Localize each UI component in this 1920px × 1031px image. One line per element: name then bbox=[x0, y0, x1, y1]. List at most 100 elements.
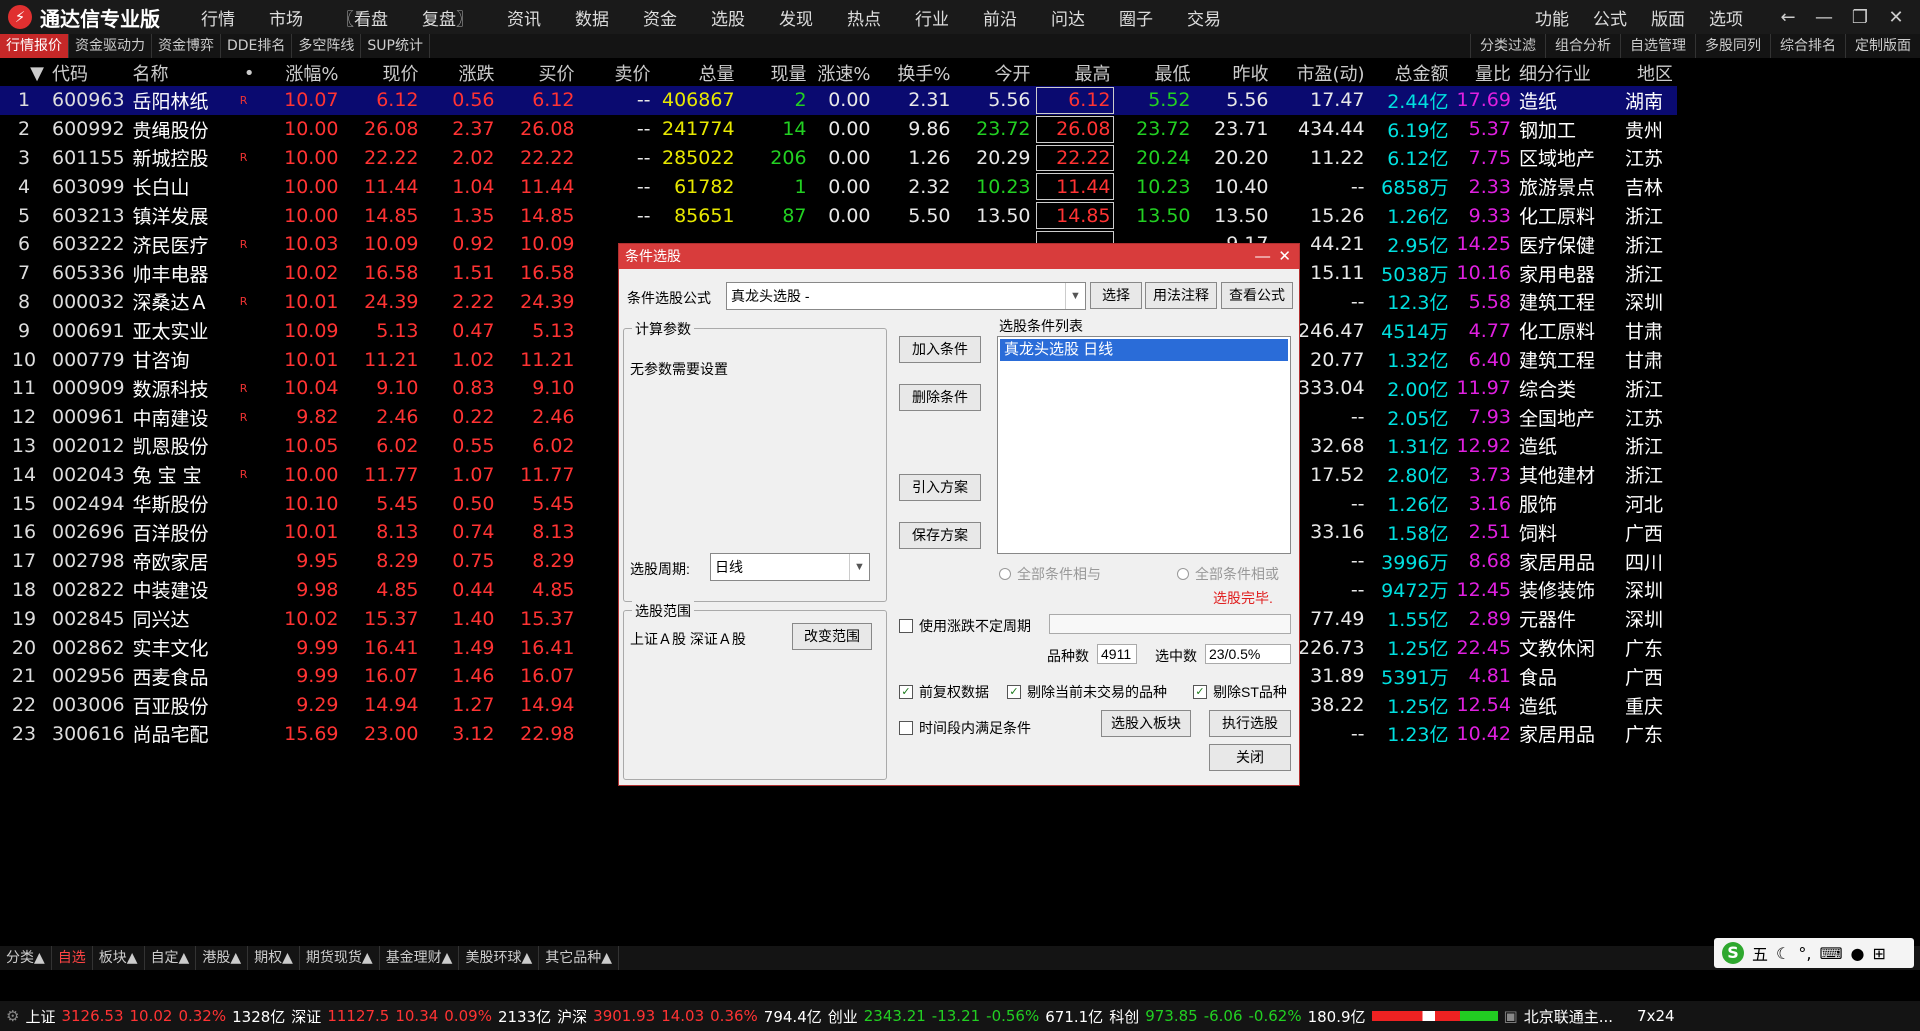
bottom-tab-4[interactable]: 港股▲ bbox=[196, 946, 249, 970]
save-plan-button[interactable]: 保存方案 bbox=[899, 522, 981, 549]
column-header[interactable]: 换手% bbox=[875, 60, 955, 86]
chevron-down-icon[interactable]: ▼ bbox=[849, 554, 869, 580]
condition-list[interactable]: 真龙头选股 日线 bbox=[997, 336, 1291, 554]
formula-select[interactable]: 真龙头选股 - ▼ bbox=[726, 282, 1086, 310]
column-header[interactable]: 总量 bbox=[655, 60, 739, 86]
column-header[interactable]: 量比 bbox=[1453, 60, 1515, 86]
to-board-button[interactable]: 选股入板块 bbox=[1101, 710, 1191, 737]
column-header[interactable]: • bbox=[229, 60, 259, 86]
chk-time-range[interactable]: 时间段内满足条件 bbox=[899, 718, 1031, 738]
right-tab-1[interactable]: 组合分析 bbox=[1545, 34, 1620, 58]
column-header[interactable]: 细分行业 bbox=[1515, 60, 1621, 86]
server-name[interactable]: 北京联通主... bbox=[1524, 1006, 1613, 1027]
chevron-down-icon[interactable]: ▼ bbox=[1065, 283, 1085, 309]
column-header[interactable]: 市盈(动) bbox=[1273, 60, 1369, 86]
tab-5[interactable]: SUP统计 bbox=[361, 34, 430, 58]
import-plan-button[interactable]: 引入方案 bbox=[899, 474, 981, 501]
ime-mode[interactable]: 五 bbox=[1752, 941, 1768, 965]
column-header[interactable]: 今开 bbox=[955, 60, 1035, 86]
column-header[interactable]: 昨收 bbox=[1195, 60, 1273, 86]
bottom-tab-0[interactable]: 分类▲ bbox=[0, 946, 52, 970]
checkbox[interactable]: ✓ bbox=[899, 685, 913, 699]
checkbox[interactable] bbox=[899, 619, 913, 633]
column-header[interactable]: 涨幅% bbox=[259, 60, 343, 86]
menu-item[interactable]: 资讯 bbox=[490, 5, 558, 30]
ime-logo-icon[interactable]: S bbox=[1722, 942, 1744, 964]
column-header[interactable]: 现价 bbox=[343, 60, 423, 86]
menu-item[interactable]: 交易 bbox=[1170, 5, 1238, 30]
menu-item[interactable]: 行业 bbox=[898, 5, 966, 30]
menu-item[interactable]: 资金 bbox=[626, 5, 694, 30]
menu-item[interactable]: 市场 bbox=[252, 5, 320, 30]
right-tab-0[interactable]: 分类过滤 bbox=[1470, 34, 1545, 58]
menu-item[interactable]: 复盘〗 bbox=[405, 5, 490, 30]
checkbox[interactable] bbox=[899, 721, 913, 735]
ime-toolbar[interactable]: S 五 ☾ °, ⌨ ● ⊞ bbox=[1714, 938, 1914, 968]
delete-condition-button[interactable]: 删除条件 bbox=[899, 384, 981, 411]
user-icon[interactable]: ● bbox=[1851, 944, 1865, 963]
bottom-tab-8[interactable]: 美股环球▲ bbox=[459, 946, 540, 970]
table-row[interactable]: 1 600963 岳阳林纸 R 10.07 6.12 0.56 6.12 -- 406867 2 0.… bbox=[0, 86, 1677, 115]
column-header[interactable]: 买价 bbox=[499, 60, 579, 86]
close-button[interactable]: 关闭 bbox=[1209, 744, 1291, 771]
checkbox[interactable]: ✓ bbox=[1007, 685, 1021, 699]
tab-4[interactable]: 多空阵线 bbox=[292, 34, 362, 58]
menu-item[interactable]: 问达 bbox=[1034, 5, 1102, 30]
menu-item[interactable]: 选股 bbox=[694, 5, 762, 30]
radio-dot[interactable] bbox=[1177, 568, 1189, 580]
right-menu-item[interactable]: 版面 bbox=[1639, 5, 1697, 30]
list-item[interactable]: 真龙头选股 日线 bbox=[1000, 339, 1288, 361]
table-row[interactable]: 2 600992 贵绳股份 10.00 26.08 2.37 26.08 -- 241774 14… bbox=[0, 115, 1677, 144]
menu-item[interactable]: 发现 bbox=[762, 5, 830, 30]
tab-3[interactable]: DDE排名 bbox=[221, 34, 293, 58]
restore-icon[interactable]: ❐ bbox=[1842, 7, 1878, 28]
table-row[interactable]: 4 603099 长白山 10.00 11.44 1.04 11.44 -- 61782 1 0.0… bbox=[0, 172, 1677, 201]
bottom-tab-2[interactable]: 板块▲ bbox=[93, 946, 145, 970]
bottom-tab-5[interactable]: 期权▲ bbox=[248, 946, 300, 970]
tab-2[interactable]: 资金博弈 bbox=[152, 34, 221, 58]
tab-0[interactable]: 行情报价 bbox=[0, 34, 69, 58]
column-header[interactable]: 现量 bbox=[739, 60, 811, 86]
execute-button[interactable]: 执行选股 bbox=[1209, 710, 1291, 737]
dialog-controls[interactable]: — ✕ bbox=[1255, 244, 1291, 269]
column-header[interactable]: 最低 bbox=[1115, 60, 1195, 86]
menu-item[interactable]: 〖看盘 bbox=[320, 5, 405, 30]
select-button[interactable]: 选择 bbox=[1090, 282, 1142, 309]
view-formula-button[interactable]: 查看公式 bbox=[1221, 282, 1293, 309]
chk-variable-period[interactable]: 使用涨跌不定周期 bbox=[899, 616, 1031, 636]
column-header[interactable]: 涨速% bbox=[811, 60, 875, 86]
menu-item[interactable]: 热点 bbox=[830, 5, 898, 30]
chk-exclude-untraded[interactable]: ✓ 剔除当前未交易的品种 bbox=[1007, 682, 1167, 702]
column-header[interactable]: 最高 bbox=[1035, 60, 1115, 86]
menu-item[interactable]: 前沿 bbox=[966, 5, 1034, 30]
table-row[interactable]: 5 603213 镇洋发展 10.00 14.85 1.35 14.85 -- 85651 87 0… bbox=[0, 201, 1677, 230]
column-header[interactable]: 卖价 bbox=[579, 60, 655, 86]
column-header[interactable]: 代码 bbox=[48, 60, 129, 86]
bottom-tab-1[interactable]: 自选 bbox=[52, 946, 93, 970]
right-tab-2[interactable]: 自选管理 bbox=[1620, 34, 1695, 58]
menu-item[interactable]: 行情 bbox=[184, 5, 252, 30]
right-tab-5[interactable]: 定制版面 bbox=[1845, 34, 1920, 58]
column-header[interactable]: 涨跌 bbox=[423, 60, 499, 86]
right-tab-3[interactable]: 多股同列 bbox=[1695, 34, 1770, 58]
gear-icon[interactable]: ⚙ bbox=[6, 1007, 19, 1025]
bottom-tab-6[interactable]: 期货现货▲ bbox=[300, 946, 380, 970]
menu-item[interactable]: 数据 bbox=[558, 5, 626, 30]
grid-icon[interactable]: ⊞ bbox=[1873, 944, 1886, 963]
column-header[interactable]: 名称 bbox=[129, 60, 229, 86]
bottom-tab-7[interactable]: 基金理财▲ bbox=[380, 946, 460, 970]
tab-1[interactable]: 资金驱动力 bbox=[69, 34, 152, 58]
radio-all-or[interactable]: 全部条件相或 bbox=[1177, 564, 1279, 584]
period-select[interactable]: 日线 ▼ bbox=[710, 553, 870, 581]
right-menu-item[interactable]: 公式 bbox=[1581, 5, 1639, 30]
column-header[interactable]: 总金额 bbox=[1369, 60, 1453, 86]
column-header[interactable]: ▼ bbox=[0, 60, 48, 86]
right-menu-item[interactable]: 选项 bbox=[1697, 5, 1755, 30]
punct-icon[interactable]: °, bbox=[1798, 944, 1811, 963]
column-header[interactable]: 地区 bbox=[1621, 60, 1677, 86]
right-tab-4[interactable]: 综合排名 bbox=[1770, 34, 1845, 58]
right-menu-item[interactable]: 功能 bbox=[1523, 5, 1581, 30]
checkbox[interactable]: ✓ bbox=[1193, 685, 1207, 699]
menu-item[interactable]: 圈子 bbox=[1102, 5, 1170, 30]
add-condition-button[interactable]: 加入条件 bbox=[899, 336, 981, 363]
